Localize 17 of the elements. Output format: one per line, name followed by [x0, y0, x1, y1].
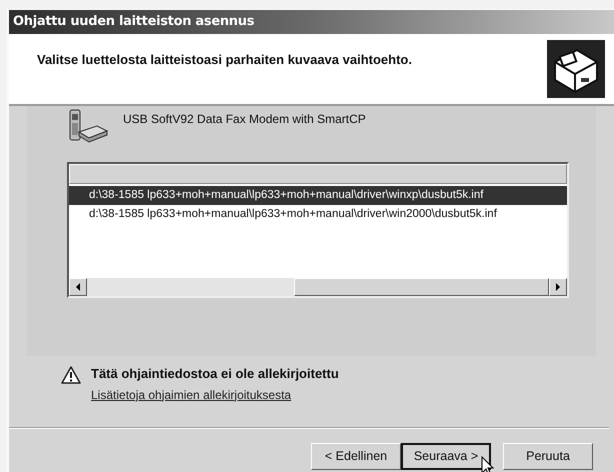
driver-row[interactable]: d:\38-1585 lp633+moh+manual\lp633+moh+manual\driver\win2000\dusbut5k.inf: [69, 205, 567, 224]
right-arrow-icon: [555, 283, 561, 291]
dialog-button[interactable]: < Edellinen: [311, 442, 401, 470]
scroll-left-button[interactable]: [69, 278, 87, 296]
signing-info-link[interactable]: Lisätietoja ohjaimien allekirjoituksesta: [91, 386, 339, 404]
dialog-button[interactable]: Peruuta: [503, 442, 593, 470]
left-arrow-icon: [75, 283, 81, 291]
scroll-right-button[interactable]: [549, 278, 567, 296]
warning-icon: [61, 366, 81, 384]
warning-text: Tätä ohjaintiedostoa ei ole allekirjoitettu: [91, 365, 339, 383]
driver-row[interactable]: d:\38-1585 lp633+moh+manual\lp633+moh+manual\driver\winxp\dusbut5k.inf: [69, 186, 567, 205]
dialog-button[interactable]: Seuraava >: [401, 442, 491, 470]
scroll-thumb[interactable]: [294, 278, 549, 296]
window-title: Ohjattu uuden laitteiston asennus: [13, 13, 254, 32]
device-name: USB SoftV92 Data Fax Modem with SmartCP: [123, 111, 366, 128]
hardware-icon: [547, 40, 605, 98]
instruction-text: Valitse luettelosta laitteistoasi parhaiten kuvaava vaihtoehto.: [37, 51, 412, 69]
